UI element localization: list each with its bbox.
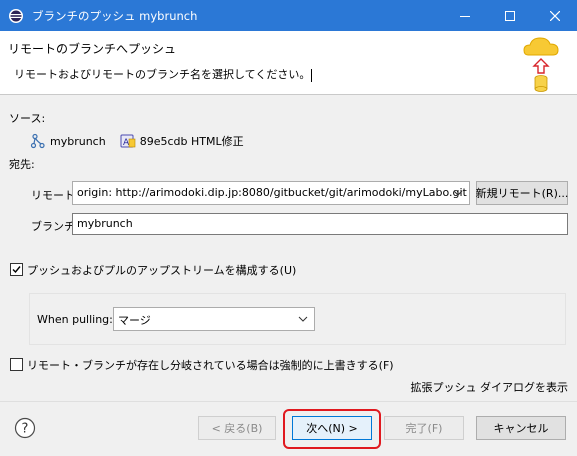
branch-icon	[30, 133, 45, 149]
wizard-banner: リモートのブランチへプッシュ リモートおよびリモートのブランチ名を選択してくださ…	[0, 31, 577, 95]
back-button[interactable]: < 戻る(B)	[198, 416, 276, 440]
advanced-push-link[interactable]: 拡張プッシュ ダイアログを表示	[411, 379, 569, 395]
source-row: mybrunch A 89e5cdb HTML修正	[30, 132, 244, 150]
branch-input[interactable]: mybrunch	[72, 213, 568, 235]
pull-mode-select[interactable]: マージ	[113, 307, 315, 331]
minimize-button[interactable]	[442, 0, 487, 31]
svg-text:?: ?	[22, 422, 29, 437]
text-caret	[311, 68, 313, 82]
wizard-heading: リモートのブランチへプッシュ	[8, 42, 177, 56]
pull-label: When pulling:	[37, 313, 113, 326]
maximize-button[interactable]	[487, 0, 532, 31]
source-label: ソース:	[9, 112, 46, 125]
close-icon	[549, 10, 560, 21]
new-remote-button[interactable]: 新規リモート(R)...	[476, 181, 568, 205]
commit-icon: A	[120, 134, 136, 148]
eclipse-icon	[9, 9, 23, 23]
commit-id: 89e5cdb	[139, 134, 188, 148]
cancel-button[interactable]: キャンセル	[476, 416, 566, 440]
footer-divider	[0, 401, 577, 402]
destination-label: 宛先:	[9, 158, 35, 171]
wizard-message-text: リモートおよびリモートのブランチ名を選択してください。	[14, 68, 311, 81]
maximize-icon	[504, 10, 515, 21]
chevron-down-icon	[298, 316, 308, 322]
minimize-icon	[459, 15, 470, 17]
help-icon[interactable]: ?	[14, 417, 36, 439]
upstream-label: プッシュおよびプルのアップストリームを構成する(U)	[27, 264, 297, 277]
checkmark-icon	[12, 266, 21, 274]
remote-select-value: origin: http://arimodoki.dip.jp:8080/git…	[77, 186, 467, 199]
force-overwrite-checkbox[interactable]	[10, 358, 23, 371]
push-to-cloud-icon	[523, 37, 559, 92]
upstream-checkbox[interactable]	[10, 263, 23, 276]
wizard-message: リモートおよびリモートのブランチ名を選択してください。	[8, 62, 506, 84]
chevron-down-icon	[453, 190, 463, 196]
remote-select[interactable]: origin: http://arimodoki.dip.jp:8080/git…	[72, 181, 470, 205]
finish-button[interactable]: 完了(F)	[384, 416, 464, 440]
source-branch: mybrunch	[50, 134, 106, 148]
close-button[interactable]	[532, 0, 577, 31]
window-title: ブランチのプッシュ mybrunch	[32, 9, 198, 23]
pull-mode-value: マージ	[118, 314, 151, 327]
title-bar: ブランチのプッシュ mybrunch	[0, 0, 577, 31]
push-branch-dialog: ブランチのプッシュ mybrunch リモートのブランチへプッシュ リモートおよ…	[0, 0, 577, 456]
commit-message: HTML修正	[190, 135, 244, 148]
force-overwrite-label: リモート・ブランチが存在し分岐されている場合は強制的に上書きする(F)	[27, 359, 394, 372]
next-button-highlight	[283, 409, 381, 449]
